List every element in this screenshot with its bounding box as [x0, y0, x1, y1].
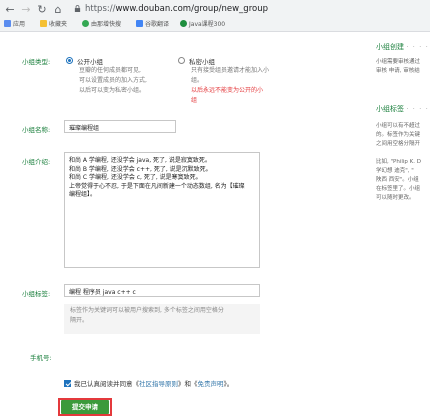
address-bar[interactable]: https://www.douban.com/group/new_group: [74, 2, 374, 16]
phone-label: 手机号:: [30, 354, 52, 362]
sidebar-tags-example: 比如, "Philip K. D 学幻想 迪克", " 陕西 西安"。小组 在标…: [376, 159, 421, 201]
translate-icon: [136, 20, 143, 27]
group-intro-textarea[interactable]: 和尚 A 学编程, 还没学会 java, 死了, 说是寂寞致死。 和尚 B 学编…: [64, 152, 260, 268]
tags-hint: 标签作为关键词可以被用户搜索到, 多个标签之间用空格分 隔开。: [64, 304, 260, 334]
bookmarks-bar: 应用 收藏夹 由那增快搜 谷歌翻译 Java课程300: [0, 18, 430, 32]
url-scheme: https://: [85, 4, 116, 14]
group-name-label: 小组名称:: [22, 126, 51, 134]
site-icon: [180, 20, 187, 27]
submit-button[interactable]: 提交申请: [61, 400, 109, 414]
private-group-title: 私密小组: [189, 58, 215, 66]
community-guidelines-link[interactable]: 社区指导原则: [139, 380, 178, 388]
back-arrow-icon[interactable]: ←: [4, 3, 16, 16]
group-tags-input[interactable]: 编程 程序员 java c++ c: [64, 284, 260, 297]
lock-icon: [74, 5, 81, 12]
public-group-desc: 豆瓣的任何成员都可见, 可以设置成员的加入方式, 以后可以变为私密小组。: [79, 67, 147, 94]
group-tags-label: 小组标签:: [22, 290, 51, 298]
sidebar-create-text: 小组需要审核通过 审核 申请, 审核结: [376, 59, 421, 74]
bookmark-java[interactable]: Java课程300: [180, 18, 225, 32]
forward-arrow-icon[interactable]: →: [20, 3, 32, 16]
group-type-label: 小组类型:: [22, 58, 51, 66]
bookmark-favorites[interactable]: 收藏夹: [40, 18, 67, 32]
bookmark-apps[interactable]: 应用: [4, 18, 25, 32]
private-group-warning: 以后永远不能变为公开的小 组: [191, 87, 264, 104]
bookmark-translate[interactable]: 谷歌翻译: [136, 18, 169, 32]
sidebar-tags-heading: 小组标签 · · · ·: [376, 105, 429, 113]
public-group-title: 公开小组: [77, 58, 103, 66]
sidebar-tags-text: 小组可以有不超过 的。标签作为关键 之间用空格分隔开: [376, 123, 421, 147]
home-icon[interactable]: ⌂: [52, 3, 64, 16]
public-group-radio[interactable]: [66, 57, 73, 64]
agree-checkbox[interactable]: [64, 380, 71, 387]
browser-toolbar: ← → ↻ ⌂ https://www.douban.com/group/new…: [0, 0, 430, 32]
sidebar-create-heading: 小组创建 · · · ·: [376, 43, 429, 51]
group-intro-label: 小组介绍:: [22, 158, 51, 166]
url-path: www.douban.com/group/new_group: [115, 4, 268, 14]
private-group-desc: 只有接受组员邀请才能加入小 组。: [191, 67, 270, 84]
agreement: 我已认真阅读并同意《社区指导原则》和《免责声明》。: [64, 378, 233, 388]
private-group-radio[interactable]: [178, 57, 185, 64]
reload-icon[interactable]: ↻: [36, 3, 48, 16]
apps-icon: [4, 20, 11, 27]
bookmark-search[interactable]: 由那增快搜: [82, 18, 121, 32]
site-icon: [82, 20, 89, 27]
folder-icon: [40, 20, 47, 27]
disclaimer-link[interactable]: 免责声明: [198, 380, 224, 388]
group-name-input[interactable]: 璀璨编程组: [64, 120, 176, 133]
